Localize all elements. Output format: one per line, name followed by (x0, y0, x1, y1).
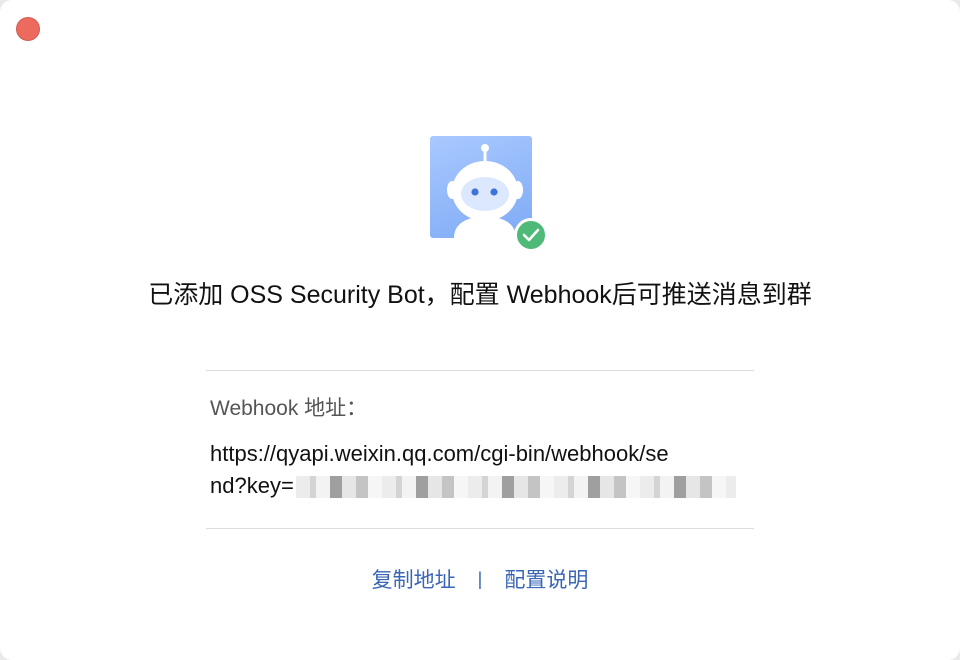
copy-address-link[interactable]: 复制地址 (372, 564, 456, 594)
divider (206, 528, 754, 529)
check-icon (514, 218, 548, 252)
redacted-key (295, 476, 736, 499)
robot-avatar-icon (430, 136, 532, 238)
webhook-url-line-2: nd?key= (210, 470, 758, 502)
webhook-url-line-1: https://qyapi.weixin.qq.com/cgi-bin/webh… (210, 441, 669, 466)
action-links: 复制地址 | 配置说明 (0, 564, 960, 594)
dialog-title: 已添加 OSS Security Bot，配置 Webhook后可推送消息到群 (148, 281, 812, 309)
webhook-url-key-prefix: nd?key= (210, 473, 294, 498)
divider (206, 370, 754, 371)
webhook-url: https://qyapi.weixin.qq.com/cgi-bin/webh… (210, 438, 758, 502)
config-help-link[interactable]: 配置说明 (504, 564, 588, 594)
link-separator: | (477, 568, 483, 589)
dialog-window: 已添加 OSS Security Bot，配置 Webhook后可推送消息到群 … (0, 0, 960, 660)
bot-avatar (430, 136, 548, 252)
webhook-label: Webhook 地址： (210, 397, 368, 420)
close-window-button[interactable] (16, 17, 40, 41)
